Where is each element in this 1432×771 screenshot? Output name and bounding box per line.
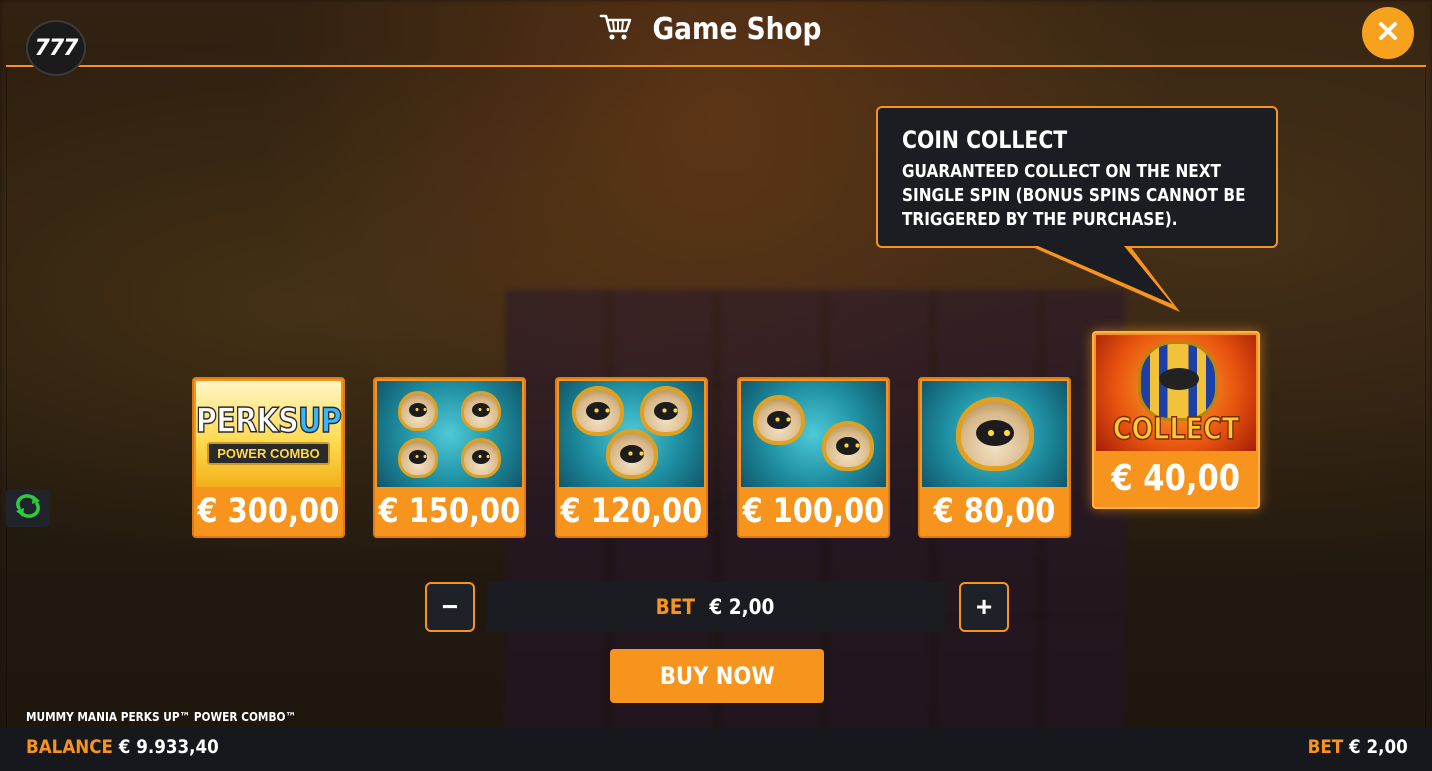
three-mummies-art: [559, 381, 704, 487]
tooltip-pointer: [1030, 246, 1180, 312]
buy-now-button[interactable]: BUY NOW: [610, 649, 824, 703]
increase-bet-button[interactable]: +: [959, 582, 1009, 632]
plus-icon: +: [975, 591, 993, 622]
bottom-status-bar: BALANCE € 9.933,40 BET € 2,00: [0, 728, 1432, 771]
tooltip-description: GUARANTEED COLLECT ON THE NEXT SINGLE SP…: [902, 161, 1246, 230]
collect-art: COLLECT: [1096, 335, 1256, 451]
mummy-icon: [955, 397, 1034, 471]
shop-item-four-mummies[interactable]: € 150,00: [373, 377, 526, 538]
page-title: Game Shop: [652, 12, 822, 47]
shop-item-perks-up-power-combo[interactable]: PERKSUP POWER COMBO € 300,00: [192, 377, 345, 538]
mummy-icon: [639, 385, 692, 436]
mummy-icon: [398, 390, 438, 431]
shop-item-coin-collect[interactable]: COLLECT € 40,00: [1092, 331, 1260, 509]
tooltip-title: COIN COLLECT: [902, 126, 1068, 154]
collect-word: COLLECT: [1112, 411, 1240, 448]
autoplay-button[interactable]: [6, 489, 50, 527]
mummy-icon: [822, 420, 874, 471]
up-word: UP: [297, 400, 342, 441]
balance-label: BALANCE: [26, 736, 113, 758]
bet-label: BET: [655, 595, 695, 619]
mummy-icon: [571, 385, 624, 436]
balance-value: € 9.933,40: [118, 736, 219, 758]
shop-item-three-mummies[interactable]: € 120,00: [555, 377, 708, 538]
close-button[interactable]: [1362, 7, 1414, 59]
bet-display: BET € 2,00: [487, 582, 945, 632]
mummy-icon: [605, 429, 658, 480]
footer-bet-label: BET: [1307, 736, 1344, 758]
pharaoh-icon: [1138, 341, 1218, 421]
refresh-icon: [13, 493, 43, 523]
one-mummy-art: [922, 381, 1067, 487]
item-price: € 40,00: [1111, 457, 1241, 499]
item-price: € 120,00: [560, 491, 703, 531]
footer-bet-value: € 2,00: [1349, 736, 1408, 758]
title-wrap: Game Shop: [0, 12, 1432, 47]
item-price: € 100,00: [742, 491, 885, 531]
perks-up-art: PERKSUP POWER COMBO: [195, 381, 343, 487]
mummy-icon: [461, 437, 501, 478]
footer-bet-display: BET € 2,00: [1308, 736, 1408, 758]
two-mummies-art: [741, 381, 886, 487]
item-price: € 80,00: [933, 491, 1056, 531]
perks-word: PERKS: [195, 400, 299, 441]
mummy-icon: [461, 390, 501, 431]
item-price: € 150,00: [378, 491, 521, 531]
mummy-icon: [753, 394, 805, 445]
shop-item-two-mummies[interactable]: € 100,00: [737, 377, 890, 538]
close-icon: [1377, 16, 1399, 50]
bet-value: € 2,00: [709, 595, 775, 619]
cart-icon: [599, 13, 633, 46]
minus-icon: −: [441, 591, 459, 622]
shop-item-one-mummy[interactable]: € 80,00: [918, 377, 1071, 538]
coin-collect-tooltip: COIN COLLECT GUARANTEED COLLECT ON THE N…: [876, 106, 1278, 248]
mummy-icon: [398, 437, 438, 478]
item-price: € 300,00: [197, 491, 340, 531]
balance-display: BALANCE € 9.933,40: [26, 736, 219, 758]
decrease-bet-button[interactable]: −: [425, 582, 475, 632]
game-name: MUMMY MANIA PERKS UP™ POWER COMBO™: [26, 710, 297, 724]
bet-stepper: − BET € 2,00 +: [425, 582, 1009, 632]
power-combo-label: POWER COMBO: [207, 441, 330, 465]
four-mummies-art: [377, 381, 522, 487]
